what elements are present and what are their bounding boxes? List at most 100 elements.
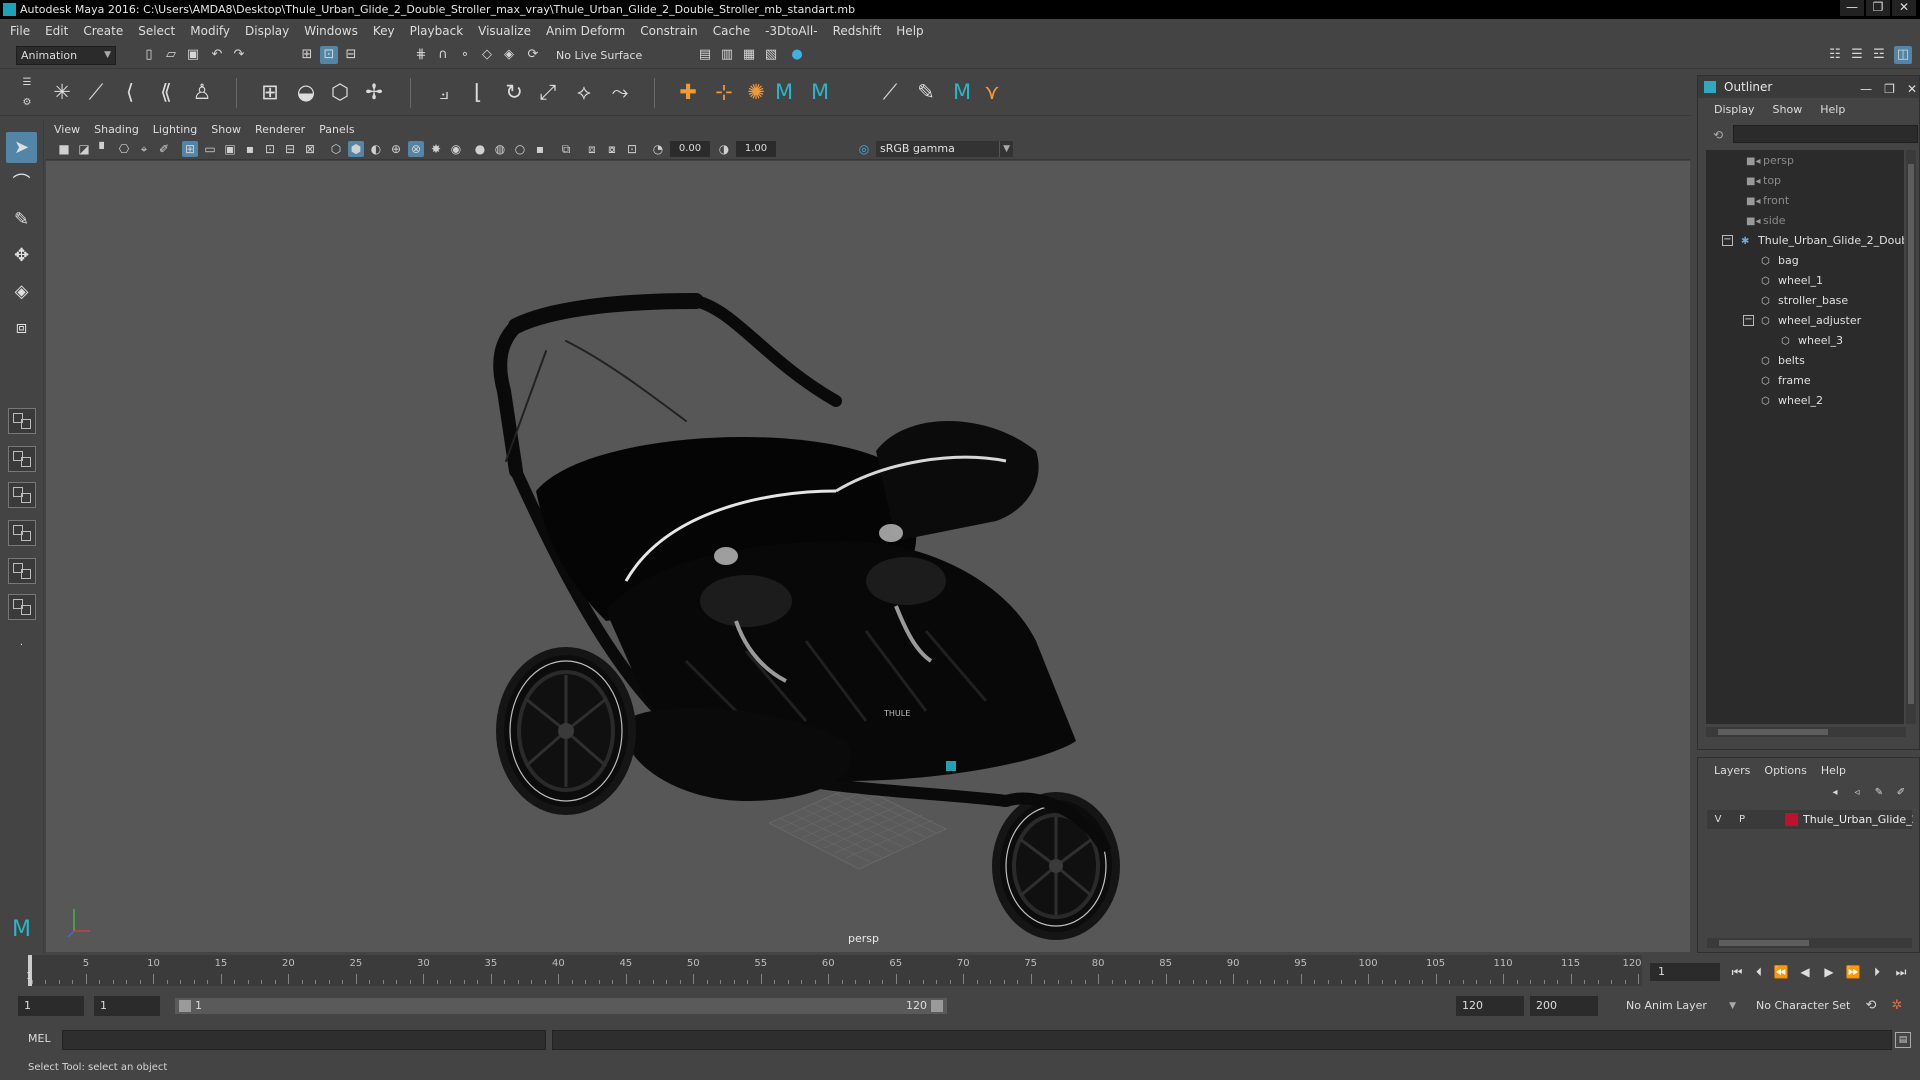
select-by-component-icon[interactable]: ⊟: [342, 46, 360, 64]
live-surface-label[interactable]: No Live Surface: [550, 46, 658, 65]
persp-graph-layout-icon[interactable]: [8, 520, 36, 546]
refresh-icon[interactable]: ⟲: [1710, 127, 1726, 143]
go-to-start-icon[interactable]: ⏮: [1728, 963, 1746, 981]
collapse-toggle[interactable]: −: [1722, 235, 1733, 246]
grease-pencil-icon[interactable]: ✐: [156, 141, 172, 157]
maya-logo-tool-3-icon[interactable]: M: [948, 78, 976, 106]
point-constraint-icon[interactable]: ⊹: [710, 78, 738, 106]
shelf-settings-gear-icon[interactable]: ⚙: [18, 94, 36, 112]
anim-layer-select[interactable]: No Anim Layer ▼: [1620, 996, 1740, 1016]
tree-item-stroller-base[interactable]: ⬡ stroller_base: [1761, 292, 1848, 310]
layer-color-swatch[interactable]: [1785, 813, 1798, 826]
save-scene-icon[interactable]: ▣: [184, 46, 202, 64]
outliner-horizontal-scrollbar[interactable]: [1706, 727, 1906, 737]
gamma-icon[interactable]: ◑: [716, 141, 732, 157]
step-back-frame-icon[interactable]: ⏪: [1772, 963, 1790, 981]
step-back-key-icon[interactable]: ⏴: [1750, 963, 1768, 981]
exposure-icon[interactable]: ◔: [650, 141, 666, 157]
use-default-material-icon[interactable]: ◐: [368, 141, 384, 157]
resolution-gate-icon[interactable]: ▣: [222, 141, 238, 157]
outliner-menu-help[interactable]: Help: [1820, 103, 1845, 121]
render-frame-icon[interactable]: ▦: [740, 46, 758, 64]
select-camera-icon[interactable]: ■: [56, 141, 72, 157]
select-by-hierarchy-icon[interactable]: ⊞: [298, 46, 316, 64]
step-forward-key-icon[interactable]: ⏵: [1868, 963, 1886, 981]
rotate-tool-icon[interactable]: ◈: [6, 276, 37, 307]
animation-preferences-icon[interactable]: ✲: [1888, 997, 1906, 1015]
outliner-menu-show[interactable]: Show: [1773, 103, 1803, 121]
motion-path-icon[interactable]: ⤳: [606, 78, 634, 106]
select-by-object-icon[interactable]: ⊡: [320, 46, 338, 64]
outliner-search-input[interactable]: [1733, 125, 1918, 143]
layers-horizontal-scrollbar[interactable]: [1707, 938, 1912, 948]
skin-bind-icon[interactable]: ⟪: [152, 78, 180, 106]
layer-playback-toggle[interactable]: P: [1733, 810, 1751, 829]
tree-item-top[interactable]: ■◂ top: [1746, 172, 1781, 190]
scrollbar-thumb[interactable]: [1908, 164, 1914, 704]
exposure-field[interactable]: 0.00: [670, 141, 710, 157]
menu-windows[interactable]: Windows: [304, 24, 358, 38]
outliner-close-button[interactable]: ✕: [1907, 78, 1917, 100]
menu-select[interactable]: Select: [138, 24, 175, 38]
menu-key[interactable]: Key: [373, 24, 395, 38]
gate-mask-icon[interactable]: ▪: [242, 141, 258, 157]
depth-of-field-icon[interactable]: ▪: [532, 141, 548, 157]
isolate-select-icon[interactable]: ⧉: [558, 141, 574, 157]
paint-select-tool-icon[interactable]: ✎: [6, 204, 37, 235]
move-layer-up-icon[interactable]: ◂: [1826, 784, 1844, 802]
menu-file[interactable]: File: [10, 24, 30, 38]
minimize-button[interactable]: —: [1840, 0, 1864, 16]
textured-icon[interactable]: ⊗: [408, 141, 424, 157]
key-scale-icon[interactable]: ⤢: [534, 78, 562, 106]
scale-tool-icon[interactable]: ⧈: [6, 312, 37, 343]
wireframe-icon[interactable]: ⬡: [328, 141, 344, 157]
soft-mod-icon[interactable]: ✢: [360, 78, 388, 106]
menu-redshift[interactable]: Redshift: [833, 24, 882, 38]
motion-trail-icon[interactable]: ⟡: [570, 78, 598, 106]
tool-settings-icon[interactable]: ☲: [1870, 46, 1888, 64]
range-start-handle[interactable]: [179, 1000, 191, 1012]
layers-menu-options[interactable]: Options: [1764, 764, 1806, 782]
paint-weights-icon[interactable]: ⟋: [876, 78, 904, 106]
hypershade-layout-icon[interactable]: [8, 594, 36, 620]
four-view-layout-icon[interactable]: [8, 446, 36, 472]
tree-item-wheel-3[interactable]: ⬡ wheel_3: [1781, 332, 1843, 350]
playback-range-bar[interactable]: 1 120: [175, 998, 947, 1014]
collapse-toggle[interactable]: −: [1743, 315, 1754, 326]
undo-icon[interactable]: ↶: [208, 46, 226, 64]
xray-components-icon[interactable]: ⊡: [624, 141, 640, 157]
panel-menu-show[interactable]: Show: [211, 123, 241, 136]
more-layouts-icon[interactable]: ·: [6, 630, 37, 661]
lattice-icon[interactable]: ⊞: [256, 78, 284, 106]
anti-aliasing-icon[interactable]: ○: [512, 141, 528, 157]
outliner-menu-display[interactable]: Display: [1714, 103, 1755, 121]
character-set-select[interactable]: No Character Set: [1750, 996, 1874, 1016]
tree-item-wheel-1[interactable]: ⬡ wheel_1: [1761, 272, 1823, 290]
panel-menu-view[interactable]: View: [54, 123, 80, 136]
menu-edit[interactable]: Edit: [45, 24, 68, 38]
outliner-minimize-button[interactable]: —: [1860, 78, 1872, 100]
tree-item-wheel-2[interactable]: ⬡ wheel_2: [1761, 392, 1823, 410]
perspective-viewport[interactable]: THULE persp: [46, 161, 1690, 952]
tree-item-bag[interactable]: ⬡ bag: [1761, 252, 1799, 270]
render-settings-icon[interactable]: ▤: [696, 46, 714, 64]
wrap-deformer-icon[interactable]: ⬡: [326, 78, 354, 106]
humanik-icon[interactable]: ♙: [188, 78, 216, 106]
outliner-restore-button[interactable]: ❐: [1884, 78, 1895, 100]
move-layer-down-icon[interactable]: ◃: [1848, 784, 1866, 802]
script-language-toggle[interactable]: MEL: [28, 1032, 51, 1045]
menu-3dtoall[interactable]: -3DtoAll-: [765, 24, 817, 38]
shelf-menu-icon[interactable]: ☰: [18, 74, 36, 92]
panel-menu-shading[interactable]: Shading: [94, 123, 139, 136]
auto-key-icon[interactable]: ⟲: [1862, 997, 1880, 1015]
snap-grid-icon[interactable]: ⋕: [412, 46, 430, 64]
screen-space-ao-icon[interactable]: ●: [472, 141, 488, 157]
tree-item-side[interactable]: ■◂ side: [1746, 212, 1786, 230]
redo-icon[interactable]: ↷: [230, 46, 248, 64]
wireframe-on-shaded-icon[interactable]: ⊕: [388, 141, 404, 157]
single-perspective-layout-icon[interactable]: [8, 408, 36, 434]
play-forwards-icon[interactable]: ▶: [1820, 963, 1838, 981]
layers-menu-layers[interactable]: Layers: [1714, 764, 1750, 782]
range-end-handle[interactable]: [931, 1000, 943, 1012]
use-all-lights-icon[interactable]: ✸: [428, 141, 444, 157]
